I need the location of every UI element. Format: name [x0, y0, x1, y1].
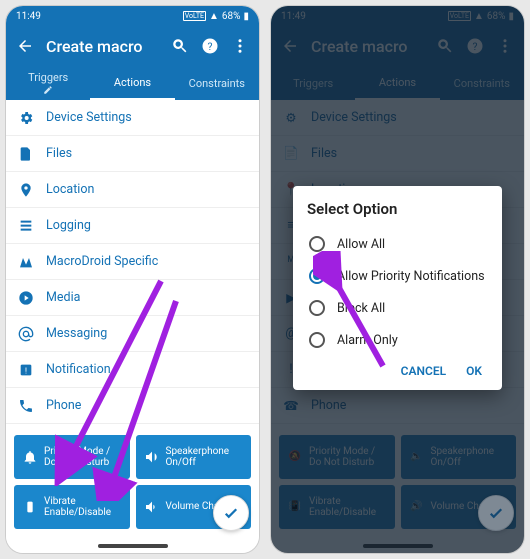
speaker-icon: [144, 449, 160, 465]
gear-icon: [18, 110, 34, 126]
category-list: Device Settings Files Location Logging M…: [6, 100, 259, 429]
nav-pill[interactable]: [98, 544, 168, 548]
help-icon[interactable]: ?: [201, 37, 219, 55]
list-item-phone[interactable]: Phone: [6, 388, 259, 424]
phone-icon: [18, 398, 34, 414]
radio-block-all[interactable]: Block All: [307, 292, 488, 324]
list-item-device-settings[interactable]: Device Settings: [6, 100, 259, 136]
select-option-dialog: Select Option Allow All Allow Priority N…: [293, 186, 502, 390]
file-icon: [18, 146, 34, 162]
action-vibrate[interactable]: Vibrate Enable/Disable: [14, 485, 130, 529]
log-icon: [18, 218, 34, 234]
radio-allow-all[interactable]: Allow All: [307, 228, 488, 260]
radio-icon: [309, 268, 325, 284]
radio-icon: [309, 236, 325, 252]
radio-icon: [309, 300, 325, 316]
action-speakerphone[interactable]: Speakerphone On/Off: [136, 435, 252, 479]
battery-icon: ▮: [243, 11, 249, 22]
status-bar: 11:49 VoLTE ▲ 68% ▮: [6, 6, 259, 26]
phone-right: 11:49 VoLTE ▲ 68% ▮ Create macro ? Trigg…: [270, 5, 525, 554]
item-label: Device Settings: [46, 110, 132, 125]
item-label: MacroDroid Specific: [46, 254, 158, 269]
item-label: Logging: [46, 218, 91, 233]
status-time: 11:49: [16, 11, 41, 22]
item-label: Phone: [46, 398, 81, 413]
item-label: Notification: [46, 362, 111, 377]
list-item-messaging[interactable]: Messaging: [6, 316, 259, 352]
tab-actions[interactable]: Actions: [90, 66, 174, 100]
list-item-location[interactable]: Location: [6, 172, 259, 208]
alert-icon: !: [18, 362, 34, 378]
list-item-media[interactable]: Media: [6, 280, 259, 316]
cancel-button[interactable]: CANCEL: [401, 364, 446, 378]
list-item-macrodroid[interactable]: MacroDroid Specific: [6, 244, 259, 280]
phone-left: 11:49 VoLTE ▲ 68% ▮ Create macro ? Trigg…: [5, 5, 260, 554]
battery-text: 68%: [222, 11, 241, 22]
action-label: Speakerphone On/Off: [166, 446, 244, 469]
overflow-icon[interactable]: [231, 37, 249, 55]
action-label: Vibrate Enable/Disable: [44, 496, 122, 519]
item-label: Messaging: [46, 326, 107, 341]
radio-alarm-only[interactable]: Alarm Only: [307, 324, 488, 356]
dnd-icon: [22, 449, 38, 465]
tab-constraints[interactable]: Constraints: [175, 66, 259, 100]
tab-bar: Triggers Actions Constraints: [6, 66, 259, 100]
macrodroid-icon: [18, 254, 34, 270]
page-title: Create macro: [46, 37, 159, 56]
app-bar: Create macro ?: [6, 26, 259, 66]
radio-allow-priority[interactable]: Allow Priority Notifications: [307, 260, 488, 292]
item-label: Files: [46, 146, 72, 161]
item-label: Media: [46, 290, 80, 305]
at-icon: [18, 326, 34, 342]
action-label: Priority Mode / Do Not Disturb: [44, 446, 122, 469]
list-item-logging[interactable]: Logging: [6, 208, 259, 244]
play-icon: [18, 290, 34, 306]
vibrate-icon: [22, 499, 38, 515]
volte-badge: VoLTE: [183, 11, 206, 21]
back-icon[interactable]: [16, 37, 34, 55]
confirm-fab[interactable]: [213, 495, 249, 531]
nav-bar: [6, 539, 259, 553]
volume-up-icon: [144, 499, 160, 515]
action-priority-mode[interactable]: Priority Mode / Do Not Disturb: [14, 435, 130, 479]
list-item-files[interactable]: Files: [6, 136, 259, 172]
ok-button[interactable]: OK: [466, 364, 482, 378]
location-icon: [18, 182, 34, 198]
radio-icon: [309, 332, 325, 348]
svg-text:?: ?: [208, 40, 213, 53]
dialog-actions: CANCEL OK: [307, 356, 488, 384]
item-label: Location: [46, 182, 94, 197]
dialog-title: Select Option: [307, 200, 488, 218]
search-icon[interactable]: [171, 37, 189, 55]
list-item-notification[interactable]: ! Notification: [6, 352, 259, 388]
status-right: VoLTE ▲ 68% ▮: [183, 11, 249, 22]
tab-triggers[interactable]: Triggers: [6, 66, 90, 100]
wifi-icon: ▲: [209, 11, 219, 22]
svg-text:!: !: [25, 366, 27, 376]
